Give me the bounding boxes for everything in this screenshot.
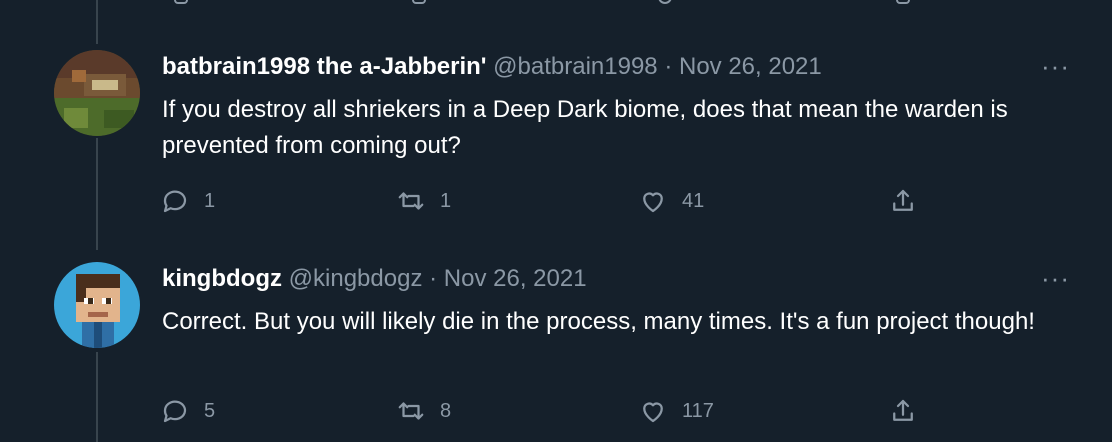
like-button[interactable]: 117 — [638, 394, 714, 428]
user-handle[interactable]: @batbrain1998 — [493, 53, 657, 80]
tweet-thread: batbrain1998 the a-Jabberin' @batbrain19… — [0, 0, 1112, 442]
pixel-character-avatar-icon — [54, 262, 140, 348]
reply-count: 5 — [204, 399, 216, 422]
like-button[interactable]: 41 — [638, 184, 704, 218]
thread-line — [96, 0, 98, 44]
reply-button[interactable]: 5 — [160, 394, 215, 428]
retweet-count: 8 — [440, 399, 452, 422]
like-count: 117 — [682, 399, 714, 422]
tweet-date[interactable]: Nov 26, 2021 — [679, 53, 822, 80]
minecraft-scene-avatar-icon — [54, 50, 140, 136]
tweet[interactable]: kingbdogz @kingbdogz · Nov 26, 2021 ··· … — [0, 258, 1112, 442]
retweet-button[interactable]: 1 — [396, 184, 451, 218]
like-icon[interactable] — [658, 0, 672, 4]
share-button[interactable] — [888, 184, 918, 218]
share-button[interactable] — [888, 394, 918, 428]
tweet[interactable]: batbrain1998 the a-Jabberin' @batbrain19… — [0, 46, 1112, 236]
previous-tweet-actions — [160, 0, 920, 6]
tweet-text: If you destroy all shriekers in a Deep D… — [162, 96, 1008, 159]
tweet-header: batbrain1998 the a-Jabberin' @batbrain19… — [162, 52, 822, 82]
heart-icon — [643, 192, 663, 213]
avatar[interactable] — [54, 262, 140, 348]
reply-icon[interactable] — [174, 0, 188, 4]
retweet-icon — [398, 192, 424, 210]
tweet-text: Correct. But you will likely die in the … — [162, 308, 1035, 335]
retweet-icon — [398, 402, 424, 420]
reply-count: 1 — [204, 189, 216, 212]
more-options-icon[interactable]: ··· — [1041, 265, 1070, 291]
like-count: 41 — [682, 189, 705, 212]
share-icon — [893, 399, 913, 421]
retweet-button[interactable]: 8 — [396, 394, 451, 428]
separator-dot: · — [429, 265, 438, 292]
tweet-header: kingbdogz @kingbdogz · Nov 26, 2021 — [162, 264, 587, 294]
heart-icon — [643, 402, 663, 423]
user-handle[interactable]: @kingbdogz — [289, 265, 423, 292]
reply-icon — [163, 400, 187, 423]
avatar[interactable] — [54, 50, 140, 136]
retweet-icon[interactable] — [412, 0, 426, 4]
reply-icon — [163, 190, 187, 213]
retweet-count: 1 — [440, 189, 452, 212]
tweet-actions: 1 1 41 — [160, 184, 940, 218]
reply-button[interactable]: 1 — [160, 184, 215, 218]
display-name[interactable]: kingbdogz — [162, 265, 282, 292]
share-icon[interactable] — [896, 0, 910, 4]
separator-dot: · — [664, 53, 673, 80]
display-name[interactable]: batbrain1998 the a-Jabberin' — [162, 53, 486, 80]
tweet-actions: 5 8 117 — [160, 394, 940, 428]
share-icon — [893, 189, 913, 211]
tweet-date[interactable]: Nov 26, 2021 — [444, 265, 587, 292]
more-options-icon[interactable]: ··· — [1041, 53, 1070, 79]
